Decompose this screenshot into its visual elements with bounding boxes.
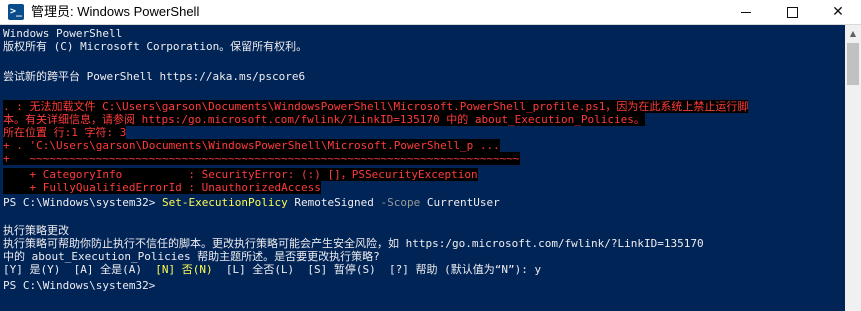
banner-line: 尝试新的跨平台 PowerShell https://aka.ms/pscore…	[3, 70, 306, 83]
window-title: 管理员: Windows PowerShell	[31, 4, 200, 19]
cmdlet-name: Set-ExecutionPolicy	[161, 196, 288, 209]
vertical-scrollbar[interactable]: ▲	[845, 25, 861, 311]
policy-text: 中的 about_Execution_Policies 帮助主题所述。是否要更改…	[3, 250, 380, 263]
scrollbar-thumb[interactable]	[847, 43, 859, 85]
chevron-up-icon: ▲	[849, 29, 857, 38]
title-bar[interactable]: >_ 管理员: Windows PowerShell ✕	[0, 0, 861, 25]
choice-line: [Y] 是(Y) [A] 全是(A) [N] 否(N) [L] 全否(L) [S…	[3, 263, 541, 276]
maximize-button[interactable]	[769, 0, 815, 24]
policy-text: 执行策略可帮助你防止执行不信任的脚本。更改执行策略可能会产生安全风险，如 htt…	[3, 237, 704, 250]
prompt: PS C:\Windows\system32>	[3, 196, 162, 209]
minimize-button[interactable]	[723, 0, 769, 24]
scroll-up-button[interactable]: ▲	[845, 25, 861, 42]
minimize-icon	[741, 11, 751, 13]
error-line: + ~~~~~~~~~~~~~~~~~~~~~~~~~~~~~~~~~~~~~~…	[3, 152, 520, 165]
error-line: + FullyQualifiedErrorId : UnauthorizedAc…	[3, 181, 321, 194]
banner-line: 版权所有 (C) Microsoft Corporation。保留所有权利。	[3, 40, 308, 53]
prompt-line: PS C:\Windows\system32>	[3, 279, 162, 292]
error-line: 本。有关详细信息，请参阅 https:/go.microsoft.com/fwl…	[3, 113, 645, 126]
command-argument: CurrentUser	[420, 196, 500, 209]
powershell-icon: >_	[8, 4, 24, 20]
command-line: PS C:\Windows\system32> Set-ExecutionPol…	[3, 196, 500, 209]
choice-options: [Y] 是(Y) [A] 全是(A)	[3, 263, 156, 276]
choice-default: [N] 否(N)	[155, 263, 213, 276]
command-parameter: -Scope	[380, 196, 421, 209]
error-line: + . 'C:\Users\garson\Documents\WindowsPo…	[3, 139, 500, 152]
command-argument: RemoteSigned	[287, 196, 381, 209]
error-line: + CategoryInfo : SecurityError: (:) []，P…	[3, 168, 478, 181]
error-line: 所在位置 行:1 字符: 3	[3, 126, 127, 139]
console-output[interactable]: Windows PowerShell 版权所有 (C) Microsoft Co…	[0, 25, 845, 311]
banner-line: Windows PowerShell	[3, 27, 123, 40]
choice-options: [L] 全否(L) [S] 暂停(S) [?] 帮助 (默认值为“N”): y	[212, 263, 542, 276]
error-line: . : 无法加载文件 C:\Users\garson\Documents\Win…	[3, 100, 749, 113]
policy-heading: 执行策略更改	[3, 224, 69, 237]
close-button[interactable]: ✕	[815, 0, 861, 24]
maximize-icon	[786, 6, 798, 18]
close-icon: ✕	[832, 4, 844, 20]
